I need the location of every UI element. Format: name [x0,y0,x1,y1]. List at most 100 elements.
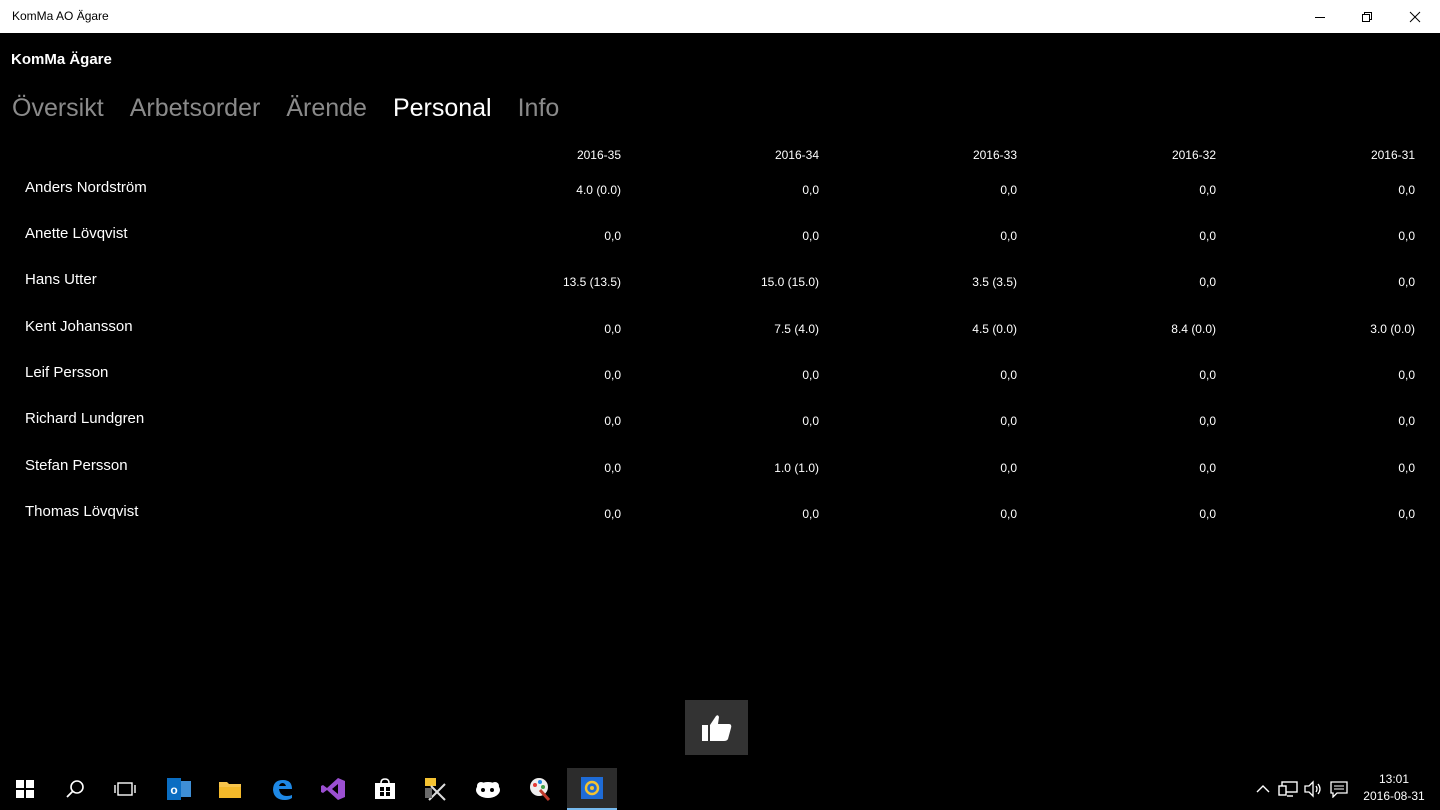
table-row[interactable]: Kent Johansson 0,0 7.5 (4.0) 4.5 (0.0) 8… [0,318,1440,364]
hours-cell: 0,0 [1199,507,1216,521]
tab-info[interactable]: Info [518,94,560,123]
window-title: KomMa AO Ägare [12,9,109,23]
windows-start-icon [16,780,34,798]
tab-personal[interactable]: Personal [393,94,492,123]
hours-cell: 4.0 (0.0) [576,183,621,197]
hours-cell: 0,0 [1398,229,1415,243]
tab-arbetsorder[interactable]: Arbetsorder [130,94,261,123]
clock-time: 13:01 [1378,772,1410,786]
hours-cell: 13.5 (13.5) [562,275,621,289]
staff-name: Hans Utter [25,271,97,288]
store-icon [375,778,395,799]
staff-name: Kent Johansson [25,318,133,335]
staff-name: Anders Nordström [25,179,147,196]
edge-button[interactable] [257,768,307,810]
hours-cell: 0,0 [1199,461,1216,475]
table-row[interactable]: Anders Nordström 4.0 (0.0) 0,0 0,0 0,0 0… [0,179,1440,225]
table-row[interactable]: Richard Lundgren 0,0 0,0 0,0 0,0 0,0 [0,410,1440,456]
volume-icon [1304,780,1321,798]
hours-cell: 0,0 [1000,229,1017,243]
minimize-button[interactable] [1297,0,1343,33]
week-header: 2016-32 [1171,148,1216,162]
table-row[interactable]: Hans Utter 13.5 (13.5) 15.0 (15.0) 3.5 (… [0,271,1440,317]
hours-cell: 15.0 (15.0) [760,275,819,289]
tool-button[interactable] [411,768,461,810]
thumbs-up-icon [701,714,731,741]
hours-cell: 0,0 [1000,414,1017,428]
staff-name: Thomas Lövqvist [25,503,139,520]
app-icon [476,782,500,798]
hours-cell: 0,0 [1199,368,1216,382]
taskbar: o 13:01 2016-08-31 [0,768,1440,810]
app-button[interactable] [463,768,513,810]
hours-cell: 0,0 [1199,414,1216,428]
hours-cell: 0,0 [604,368,621,382]
hours-cell: 0,0 [1199,229,1216,243]
show-hidden-icons-button[interactable] [1253,768,1273,810]
paint-button[interactable] [515,768,565,810]
hours-cell: 8.4 (0.0) [1171,322,1216,336]
restore-button[interactable] [1344,0,1390,33]
hours-cell: 0,0 [1398,368,1415,382]
network-button[interactable] [1277,768,1299,810]
week-header: 2016-31 [1370,148,1415,162]
table-row[interactable]: Thomas Lövqvist 0,0 0,0 0,0 0,0 0,0 [0,503,1440,549]
like-button[interactable] [685,700,748,755]
file-explorer-button[interactable] [205,768,255,810]
store-button[interactable] [360,768,410,810]
outlook-icon: o [167,778,191,800]
tab-arende[interactable]: Ärende [286,94,367,123]
file-explorer-icon [219,782,241,798]
tab-bar: Översikt Arbetsorder Ärende Personal Inf… [12,94,585,123]
close-icon [1409,11,1421,22]
volume-button[interactable] [1302,768,1324,810]
hours-cell: 0,0 [1000,183,1017,197]
hours-cell: 0,0 [802,368,819,382]
hours-cell: 3.0 (0.0) [1370,322,1415,336]
action-center-button[interactable] [1328,768,1350,810]
svg-text:o: o [170,783,177,797]
hours-cell: 0,0 [802,414,819,428]
hours-cell: 0,0 [1398,507,1415,521]
table-row[interactable]: Anette Lövqvist 0,0 0,0 0,0 0,0 0,0 [0,225,1440,271]
tab-oversikt[interactable]: Översikt [12,94,104,123]
hours-cell: 0,0 [604,461,621,475]
hours-cell: 0,0 [802,507,819,521]
tool-icon [425,778,446,801]
hours-cell: 0,0 [1000,507,1017,521]
staff-name: Leif Persson [25,364,109,381]
chevron-up-icon [1256,785,1270,793]
hours-cell: 0,0 [1000,368,1017,382]
task-view-icon [114,782,136,796]
visual-studio-button[interactable] [308,768,358,810]
title-bar: KomMa AO Ägare [0,0,1440,33]
notification-icon [1330,781,1348,798]
clock[interactable]: 13:01 2016-08-31 [1356,771,1432,805]
task-view-button[interactable] [100,768,150,810]
table-row[interactable]: Leif Persson 0,0 0,0 0,0 0,0 0,0 [0,364,1440,410]
table-row[interactable]: Stefan Persson 0,0 1.0 (1.0) 0,0 0,0 0,0 [0,457,1440,503]
start-button[interactable] [0,768,50,810]
hours-cell: 0,0 [1398,414,1415,428]
outlook-button[interactable]: o [154,768,204,810]
minimize-icon [1315,16,1325,18]
hours-cell: 0,0 [1199,275,1216,289]
search-icon [66,780,84,798]
hours-cell: 7.5 (4.0) [774,322,819,336]
visual-studio-icon [321,778,345,800]
clock-date: 2016-08-31 [1363,789,1425,803]
hours-cell: 4.5 (0.0) [972,322,1017,336]
komma-app-button[interactable] [567,768,617,810]
hours-cell: 0,0 [1398,275,1415,289]
hours-cell: 0,0 [802,229,819,243]
hours-cell: 0,0 [1398,183,1415,197]
search-button[interactable] [50,768,100,810]
hours-cell: 0,0 [604,322,621,336]
staff-name: Anette Lövqvist [25,225,128,242]
close-button[interactable] [1392,0,1438,33]
network-icon [1278,781,1298,797]
app-brand: KomMa Ägare [11,51,112,68]
staff-name: Richard Lundgren [25,410,145,427]
week-header: 2016-35 [576,148,621,162]
hours-cell: 3.5 (3.5) [972,275,1017,289]
